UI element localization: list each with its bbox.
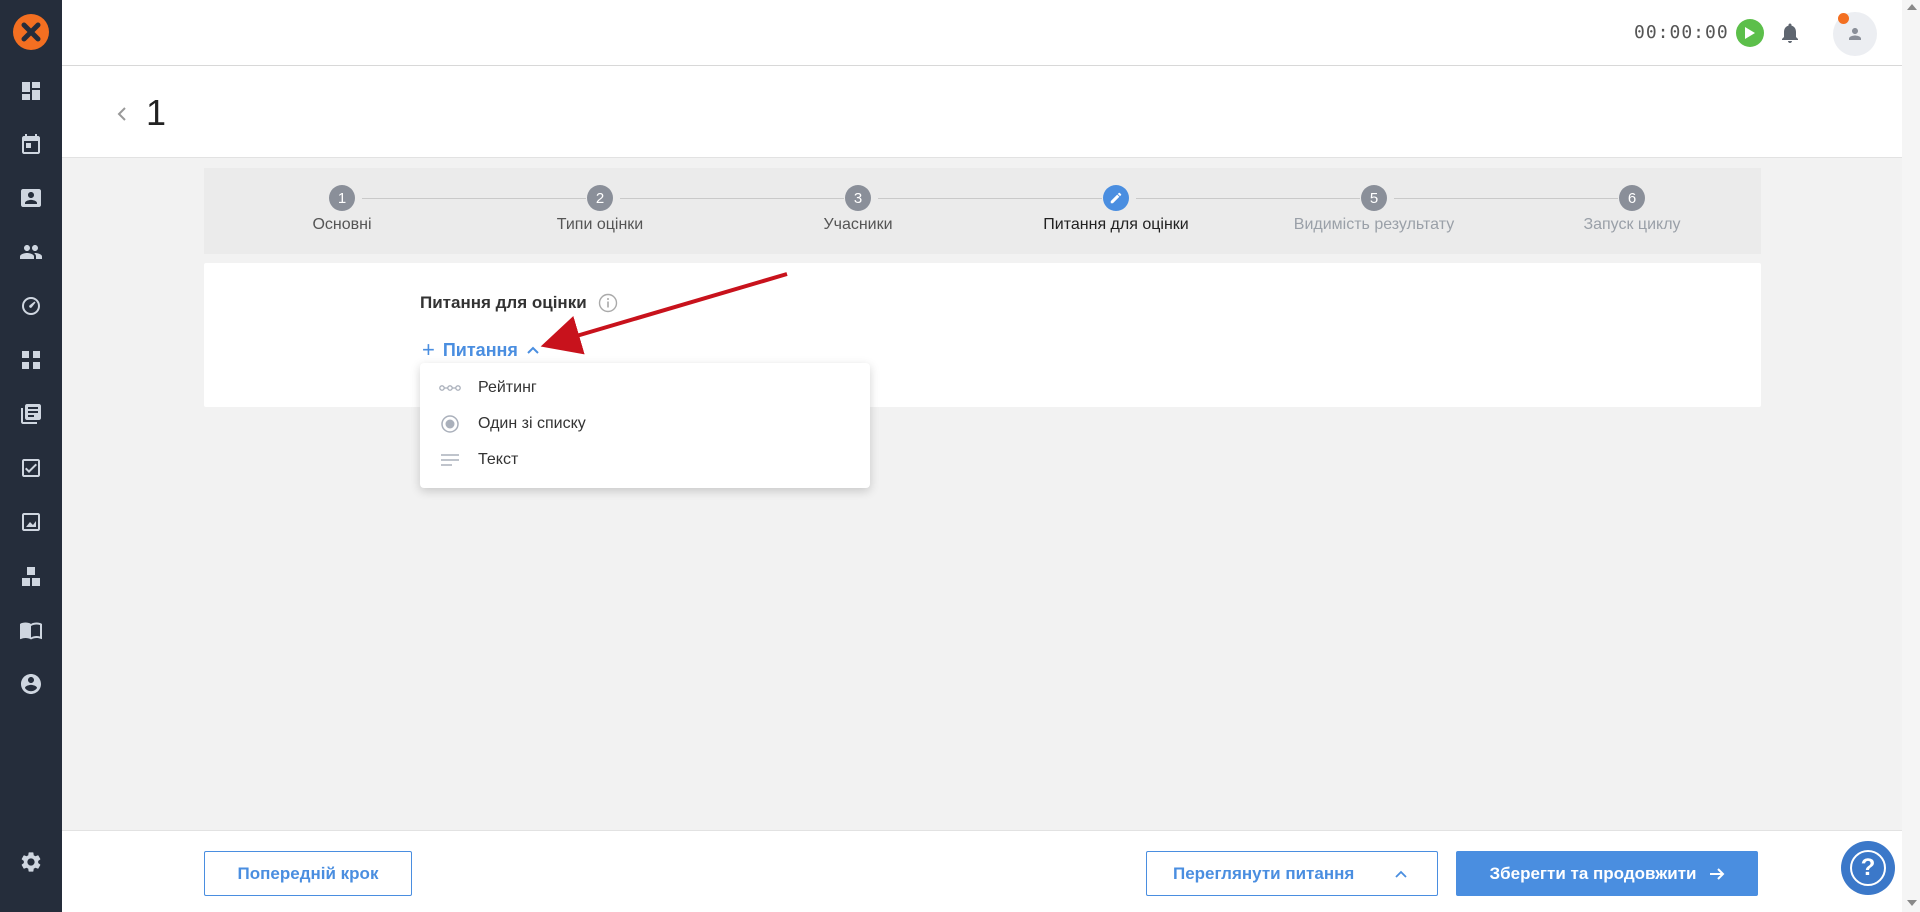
profile-icon[interactable] [19, 672, 43, 696]
step-label: Видимість результату [1293, 216, 1455, 233]
step-4-current[interactable]: Питання для оцінки [987, 168, 1245, 254]
back-chevron-icon[interactable] [114, 106, 130, 122]
calendar-icon[interactable] [19, 132, 43, 156]
arrow-right-icon [1709, 867, 1724, 880]
save-continue-label: Зберегти та продовжити [1489, 863, 1697, 883]
step-label: Основні [312, 216, 372, 233]
settings-gear-icon[interactable] [19, 850, 43, 874]
page-header: 1 [62, 66, 1902, 158]
vertical-scrollbar[interactable] [1902, 0, 1920, 912]
bottom-action-bar: Попередній крок Переглянути питання Збер… [62, 830, 1902, 912]
chevron-up-icon [527, 346, 539, 354]
step-label: Запуск циклу [1583, 216, 1681, 233]
step-2[interactable]: 2 Типи оцінки [471, 168, 729, 254]
step-number: 6 [1619, 185, 1645, 211]
step-6[interactable]: 6 Запуск циклу [1503, 168, 1761, 254]
app-logo-icon[interactable] [13, 14, 49, 50]
step-number: 5 [1361, 185, 1387, 211]
people-icon[interactable] [19, 240, 43, 264]
wizard-stepper: 1 Основні 2 Типи оцінки 3 Учасники Питан… [204, 168, 1761, 254]
notification-dot [1838, 13, 1849, 24]
checkbox-icon[interactable] [19, 456, 43, 480]
add-question-button[interactable]: + Питання [422, 337, 540, 363]
add-question-label: Питання [442, 339, 518, 360]
chart-icon[interactable] [19, 510, 43, 534]
top-bar: 00:00:00 [62, 0, 1902, 66]
step-number: 3 [845, 185, 871, 211]
speedometer-icon[interactable] [19, 294, 43, 318]
play-icon [1745, 27, 1755, 39]
book-icon[interactable] [19, 618, 43, 642]
help-button[interactable]: ? [1841, 841, 1895, 895]
step-label: Питання для оцінки [1043, 216, 1189, 233]
rating-icon [438, 376, 462, 400]
dropdown-item-text[interactable]: Текст [420, 442, 870, 478]
dashboard-icon[interactable] [19, 79, 43, 103]
contact-card-icon[interactable] [19, 186, 43, 210]
section-title: Питання для оцінки [420, 293, 587, 312]
sidebar [0, 0, 62, 912]
text-lines-icon [438, 448, 462, 472]
preview-questions-label: Переглянути питання [1173, 863, 1355, 883]
dropdown-item-label: Текст [478, 451, 519, 468]
step-number: 2 [587, 185, 613, 211]
question-type-dropdown: Рейтинг Один зі списку Текст [420, 363, 870, 488]
save-continue-button[interactable]: Зберегти та продовжити [1456, 851, 1758, 896]
timer-play-button[interactable] [1736, 19, 1764, 47]
step-5[interactable]: 5 Видимість результату [1245, 168, 1503, 254]
dropdown-item-single-choice[interactable]: Один зі списку [420, 406, 870, 442]
dropdown-item-rating[interactable]: Рейтинг [420, 370, 870, 406]
step-3[interactable]: 3 Учасники [729, 168, 987, 254]
step-edit-pencil-icon [1103, 185, 1129, 211]
step-number: 1 [329, 185, 355, 211]
step-1[interactable]: 1 Основні [213, 168, 471, 254]
dropdown-item-label: Рейтинг [478, 379, 537, 396]
scroll-up-icon[interactable] [1907, 4, 1917, 10]
question-mark-icon: ? [1850, 850, 1886, 886]
plus-icon: + [422, 337, 435, 362]
radio-icon [438, 412, 462, 436]
step-label: Учасники [823, 216, 893, 233]
boxes-icon[interactable] [19, 564, 43, 588]
time-tracker: 00:00:00 [1634, 22, 1729, 43]
previous-step-label: Попередній крок [237, 863, 379, 883]
step-label: Типи оцінки [556, 216, 644, 233]
chevron-up-icon [1395, 870, 1407, 878]
scroll-down-icon[interactable] [1907, 900, 1917, 906]
notification-bell-icon[interactable] [1778, 21, 1802, 45]
library-icon[interactable] [19, 402, 43, 426]
org-structure-icon[interactable] [19, 348, 43, 372]
person-icon [1849, 28, 1861, 40]
dropdown-item-label: Один зі списку [478, 415, 586, 432]
previous-step-button[interactable]: Попередній крок [204, 851, 412, 896]
page-title: 1 [146, 92, 167, 133]
preview-questions-button[interactable]: Переглянути питання [1146, 851, 1438, 896]
info-icon[interactable] [598, 293, 618, 313]
